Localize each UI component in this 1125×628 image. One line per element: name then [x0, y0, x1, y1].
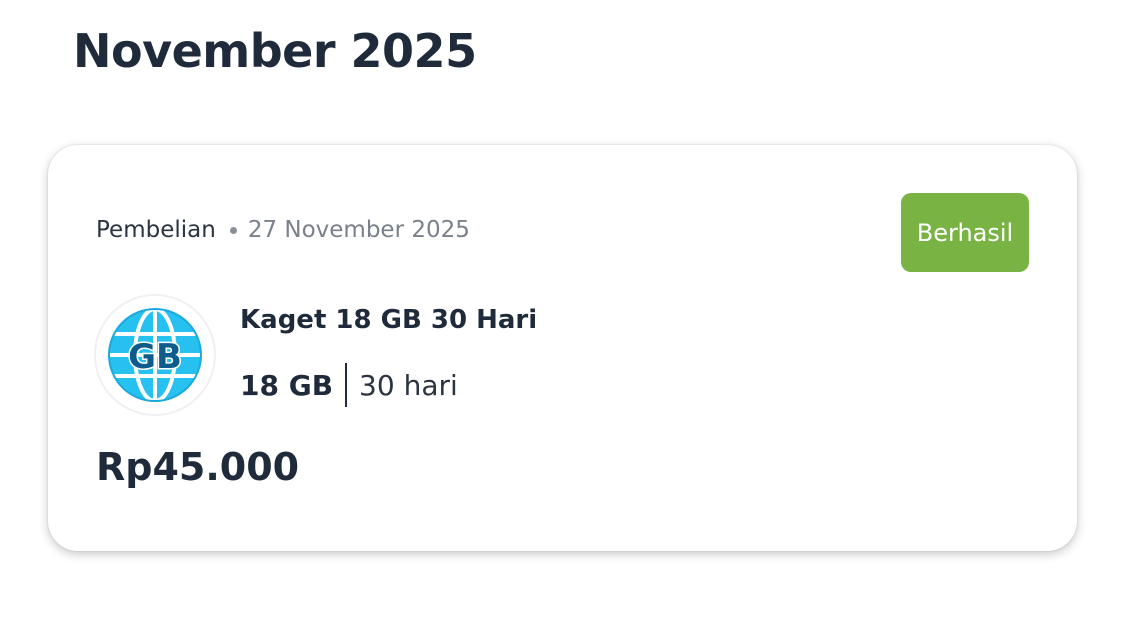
- globe-gb-label: GB: [128, 337, 182, 377]
- month-title: November 2025: [73, 24, 477, 78]
- product-specs: 18 GB 30 hari: [240, 363, 458, 407]
- product-quota: 18 GB: [240, 368, 334, 402]
- separator-dot: [229, 226, 237, 234]
- product-duration: 30 hari: [359, 368, 458, 402]
- status-badge: Berhasil: [901, 193, 1029, 272]
- globe-gb-icon: GB: [96, 296, 214, 414]
- transaction-meta: Pembelian 27 November 2025: [96, 217, 470, 243]
- transaction-price: Rp45.000: [96, 445, 300, 489]
- product-name: Kaget 18 GB 30 Hari: [240, 305, 538, 335]
- transaction-type: Pembelian: [96, 217, 216, 243]
- spec-divider: [345, 363, 348, 407]
- transaction-date: 27 November 2025: [247, 217, 470, 243]
- transaction-card[interactable]: Pembelian 27 November 2025 Berhasil GB K…: [48, 145, 1077, 551]
